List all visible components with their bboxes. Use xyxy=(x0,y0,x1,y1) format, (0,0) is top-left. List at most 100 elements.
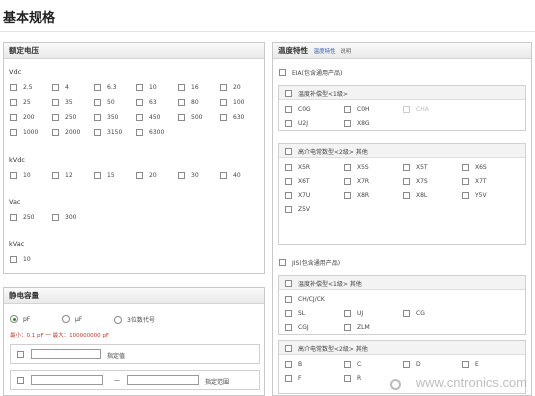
checkbox-box[interactable] xyxy=(10,99,17,106)
checkbox-box[interactable] xyxy=(344,361,351,368)
checkbox-box[interactable] xyxy=(285,324,292,331)
checkbox-box[interactable] xyxy=(136,114,143,121)
eia-class2-checkbox-x5t[interactable]: X5T xyxy=(403,164,428,171)
checkbox-box[interactable] xyxy=(285,106,292,113)
voltage-checkbox-50[interactable]: 50 xyxy=(94,99,115,106)
checkbox-box[interactable] xyxy=(285,280,292,287)
checkbox-box[interactable] xyxy=(344,310,351,317)
voltage-checkbox-250[interactable]: 250 xyxy=(52,114,76,121)
voltage-checkbox-4[interactable]: 4 xyxy=(52,84,69,91)
checkbox-box[interactable] xyxy=(10,129,17,136)
jis-class1-checkbox-sl[interactable]: SL xyxy=(285,310,305,317)
eia-class2-checkbox-x7r[interactable]: X7R xyxy=(344,178,369,185)
checkbox-box[interactable] xyxy=(220,84,227,91)
voltage-checkbox-10[interactable]: 10 xyxy=(136,84,157,91)
checkbox-box[interactable] xyxy=(52,84,59,91)
voltage-checkbox-6300[interactable]: 6300 xyxy=(136,129,164,136)
checkbox-box[interactable] xyxy=(462,178,469,185)
checkbox-box[interactable] xyxy=(94,84,101,91)
checkbox-box[interactable] xyxy=(10,114,17,121)
voltage-checkbox-40[interactable]: 40 xyxy=(220,172,241,179)
checkbox-box[interactable] xyxy=(52,214,59,221)
voltage-checkbox-10[interactable]: 10 xyxy=(10,256,31,263)
voltage-checkbox-20[interactable]: 20 xyxy=(136,172,157,179)
jis-class2-group-checkbox[interactable]: 高介电常数型<2级> 其他 xyxy=(285,344,368,353)
jis-class1-checkbox-cg[interactable]: CG xyxy=(403,310,425,317)
checkbox-box[interactable] xyxy=(52,99,59,106)
checkbox-box[interactable] xyxy=(136,129,143,136)
jis-class1-group-checkbox[interactable]: 温度补偿型<1级> 其他 xyxy=(285,279,362,288)
checkbox-box[interactable] xyxy=(462,164,469,171)
eia-class1-checkbox-c0g[interactable]: C0G xyxy=(285,106,311,113)
checkbox-box[interactable] xyxy=(136,172,143,179)
checkbox-box[interactable] xyxy=(285,310,292,317)
checkbox-box[interactable] xyxy=(285,120,292,127)
jis-checkbox[interactable]: JIS(包含通用产品) xyxy=(279,258,340,267)
eia-class2-checkbox-x7s[interactable]: X7S xyxy=(403,178,428,185)
checkbox-box[interactable] xyxy=(178,84,185,91)
eia-class2-checkbox-x5r[interactable]: X5R xyxy=(285,164,310,171)
checkbox-box[interactable] xyxy=(462,192,469,199)
eia-class2-checkbox-x7u[interactable]: X7U xyxy=(285,192,310,199)
checkbox-box[interactable] xyxy=(285,206,292,213)
checkbox-box[interactable] xyxy=(220,114,227,121)
specify-range-checkbox[interactable] xyxy=(17,377,24,384)
eia-class2-checkbox-x8l[interactable]: X8L xyxy=(403,192,427,199)
jis-class1-checkbox-ch-cj-ck[interactable]: CH/CJ/CK xyxy=(285,296,325,303)
voltage-checkbox-2.5[interactable]: 2.5 xyxy=(10,84,33,91)
checkbox-box[interactable] xyxy=(285,90,292,97)
checkbox-box[interactable] xyxy=(220,172,227,179)
checkbox-box[interactable] xyxy=(403,310,410,317)
checkbox-box[interactable] xyxy=(344,164,351,171)
voltage-checkbox-250[interactable]: 250 xyxy=(10,214,34,221)
checkbox-box[interactable] xyxy=(94,114,101,121)
voltage-checkbox-12[interactable]: 12 xyxy=(52,172,73,179)
checkbox-box[interactable] xyxy=(10,84,17,91)
eia-class2-checkbox-x6s[interactable]: X6S xyxy=(462,164,487,171)
jis-class2-checkbox-b[interactable]: B xyxy=(285,361,302,368)
specify-value-input[interactable] xyxy=(31,349,101,359)
checkbox-box[interactable] xyxy=(52,172,59,179)
voltage-checkbox-10[interactable]: 10 xyxy=(10,172,31,179)
voltage-checkbox-6.3[interactable]: 6.3 xyxy=(94,84,117,91)
checkbox-box[interactable] xyxy=(10,214,17,221)
checkbox-box[interactable] xyxy=(285,375,292,382)
checkbox-box[interactable] xyxy=(344,192,351,199)
checkbox-box[interactable] xyxy=(344,178,351,185)
checkbox-box[interactable] xyxy=(220,99,227,106)
voltage-checkbox-450[interactable]: 450 xyxy=(136,114,160,121)
checkbox-box[interactable] xyxy=(52,129,59,136)
voltage-checkbox-25[interactable]: 25 xyxy=(10,99,31,106)
checkbox-box[interactable] xyxy=(285,345,292,352)
voltage-checkbox-15[interactable]: 15 xyxy=(94,172,115,179)
checkbox-box[interactable] xyxy=(10,172,17,179)
checkbox-box[interactable] xyxy=(178,114,185,121)
voltage-checkbox-63[interactable]: 63 xyxy=(136,99,157,106)
checkbox-box[interactable] xyxy=(344,324,351,331)
eia-class2-checkbox-x6t[interactable]: X6T xyxy=(285,178,310,185)
eia-class2-checkbox-x8r[interactable]: X8R xyxy=(344,192,369,199)
checkbox-box[interactable] xyxy=(285,178,292,185)
checkbox-box[interactable] xyxy=(344,106,351,113)
checkbox-box[interactable] xyxy=(94,129,101,136)
specify-value-checkbox[interactable] xyxy=(17,351,24,358)
eia-class1-checkbox-x8g[interactable]: X8G xyxy=(344,120,370,127)
eia-class1-checkbox-c0h[interactable]: C0H xyxy=(344,106,370,113)
eia-class1-group-checkbox[interactable]: 温度补偿型<1级> xyxy=(285,89,348,98)
eia-class2-checkbox-x7t[interactable]: X7T xyxy=(462,178,487,185)
checkbox-box[interactable] xyxy=(344,120,351,127)
checkbox-box[interactable] xyxy=(178,172,185,179)
checkbox-box[interactable] xyxy=(279,259,286,266)
voltage-checkbox-100[interactable]: 100 xyxy=(220,99,244,106)
range-min-input[interactable] xyxy=(31,375,103,385)
voltage-checkbox-80[interactable]: 80 xyxy=(178,99,199,106)
eia-class1-checkbox-u2j[interactable]: U2J xyxy=(285,120,308,127)
checkbox-box[interactable] xyxy=(285,361,292,368)
checkbox-box[interactable] xyxy=(462,361,469,368)
checkbox-box[interactable] xyxy=(403,192,410,199)
checkbox-box[interactable] xyxy=(403,178,410,185)
eia-checkbox[interactable]: EIA(包含通用产品) xyxy=(279,68,342,77)
checkbox-box[interactable] xyxy=(136,99,143,106)
checkbox-box[interactable] xyxy=(52,114,59,121)
range-max-input[interactable] xyxy=(127,375,199,385)
